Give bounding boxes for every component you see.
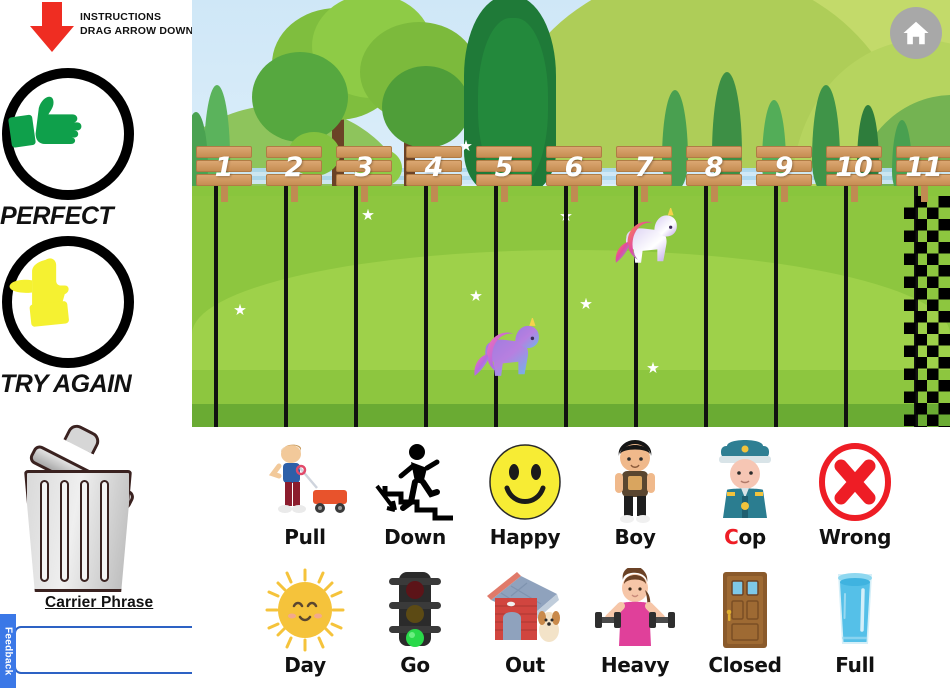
feedback-tab[interactable]: Feedback	[0, 614, 16, 688]
instructions-line-2: DRAG ARROW DOWN	[80, 25, 194, 37]
lane-sign-9[interactable]: 9	[756, 146, 812, 202]
lane-divider	[284, 176, 288, 427]
word-card-label: Go	[400, 653, 430, 677]
word-card-label: Boy	[614, 525, 656, 549]
flower-decoration	[362, 209, 374, 221]
word-card-label: Out	[505, 653, 545, 677]
doghouse-with-dog-icon	[481, 568, 569, 654]
sun-icon	[261, 568, 349, 654]
checkered-finish-line	[904, 196, 950, 427]
lane-sign-number: 5	[494, 151, 514, 183]
status-label-try-again: TRY AGAIN	[0, 370, 132, 398]
red-x-circle-icon	[811, 440, 899, 526]
lane-divider	[564, 176, 568, 427]
lane-sign-4[interactable]: 4	[406, 146, 462, 202]
word-card-go[interactable]: Go	[356, 556, 474, 676]
boy-pulling-wagon-icon	[261, 440, 349, 526]
lane-sign-number: 7	[634, 151, 654, 183]
game-field: 1 2 3 4 5 6 7 8 9 10 11	[192, 0, 950, 427]
app-root: INSTRUCTIONS DRAG ARROW DOWN PERFECT TRY…	[0, 0, 950, 688]
word-card-cop[interactable]: Cop	[686, 428, 804, 548]
lane-divider	[774, 176, 778, 427]
lane-divider	[214, 176, 218, 427]
home-button[interactable]	[890, 7, 942, 59]
word-card-closed[interactable]: Closed	[686, 556, 804, 676]
instructions-line-1: INSTRUCTIONS	[80, 11, 162, 23]
word-card-grid: Pull Down Happy Boy Cop Wrong Day Go Out…	[192, 428, 950, 688]
word-card-full[interactable]: Full	[796, 556, 914, 676]
boy-icon	[591, 440, 679, 526]
lane-sign-number: 8	[704, 151, 724, 183]
lane-sign-2[interactable]: 2	[266, 146, 322, 202]
smiley-face-icon	[481, 440, 569, 526]
lane-sign-number: 10	[835, 151, 873, 183]
lane-sign-11[interactable]: 11	[896, 146, 950, 202]
lane-divider	[424, 176, 428, 427]
traffic-light-green-icon	[371, 568, 459, 654]
trash-can-icon[interactable]	[10, 421, 150, 600]
word-card-happy[interactable]: Happy	[466, 428, 584, 548]
flower-decoration	[470, 290, 482, 302]
lane-sign-5[interactable]: 5	[476, 146, 532, 202]
instructions-text: INSTRUCTIONS DRAG ARROW DOWN	[80, 10, 200, 38]
word-card-label: Cop	[724, 526, 766, 548]
word-card-label: Day	[284, 653, 326, 677]
status-button-perfect[interactable]: PERFECT	[0, 68, 192, 231]
grass-band-shade	[192, 404, 950, 427]
word-card-label: Pull	[284, 525, 326, 549]
word-card-label: Full	[835, 653, 875, 677]
lane-sign-7[interactable]: 7	[616, 146, 672, 202]
flower-decoration	[647, 362, 659, 374]
status-button-try-again[interactable]: TRY AGAIN	[0, 236, 192, 399]
thumbs-up-icon	[2, 68, 134, 200]
lane-sign-number: 3	[354, 151, 374, 183]
lane-divider	[704, 176, 708, 427]
status-label-perfect: PERFECT	[0, 202, 114, 230]
word-card-heavy[interactable]: Heavy	[576, 556, 694, 676]
closed-door-icon	[701, 568, 789, 654]
lane-sign-number: 6	[564, 151, 584, 183]
word-card-out[interactable]: Out	[466, 556, 584, 676]
word-card-label: Closed	[708, 653, 782, 677]
tree-foliage	[252, 52, 348, 142]
lane-sign-6[interactable]: 6	[546, 146, 602, 202]
flower-decoration	[580, 298, 592, 310]
arrow-down-icon[interactable]	[30, 2, 74, 52]
sidebar: INSTRUCTIONS DRAG ARROW DOWN PERFECT TRY…	[0, 0, 246, 688]
lane-divider	[354, 176, 358, 427]
lane-sign-number: 11	[905, 151, 943, 183]
word-card-label: Happy	[489, 525, 561, 549]
lane-sign-number: 4	[424, 151, 444, 183]
full-glass-of-water-icon	[811, 568, 899, 654]
unicorn-player-1[interactable]	[470, 316, 548, 390]
word-card-down[interactable]: Down	[356, 428, 474, 548]
word-card-boy[interactable]: Boy	[576, 428, 694, 548]
woman-lifting-dumbbells-icon	[591, 566, 679, 654]
word-card-label-first-letter: C	[724, 525, 739, 549]
word-card-label: Down	[384, 525, 446, 549]
lane-sign-10[interactable]: 10	[826, 146, 882, 202]
lane-sign-8[interactable]: 8	[686, 146, 742, 202]
lane-sign-3[interactable]: 3	[336, 146, 392, 202]
police-officer-icon	[701, 440, 789, 526]
lane-sign-1[interactable]: 1	[196, 146, 252, 202]
word-card-label-rest: op	[738, 525, 766, 549]
unicorn-player-2[interactable]	[610, 206, 688, 280]
carrier-phrase-label: Carrier Phrase	[45, 594, 154, 611]
tree-foliage	[382, 66, 470, 148]
thumbs-sideways-icon	[2, 236, 134, 368]
word-card-label: Heavy	[600, 653, 670, 677]
home-icon	[903, 21, 929, 45]
instructions-banner: INSTRUCTIONS DRAG ARROW DOWN	[24, 2, 194, 54]
lane-divider	[844, 176, 848, 427]
word-card-label: Wrong	[818, 525, 892, 549]
word-card-day[interactable]: Day	[246, 556, 364, 676]
flower-decoration	[234, 304, 246, 316]
lane-sign-number: 1	[214, 151, 234, 183]
person-walking-down-stairs-icon	[371, 440, 459, 526]
lane-sign-number: 2	[284, 151, 304, 183]
lane-sign-number: 9	[774, 151, 794, 183]
word-card-wrong[interactable]: Wrong	[796, 428, 914, 548]
word-card-pull[interactable]: Pull	[246, 428, 364, 548]
